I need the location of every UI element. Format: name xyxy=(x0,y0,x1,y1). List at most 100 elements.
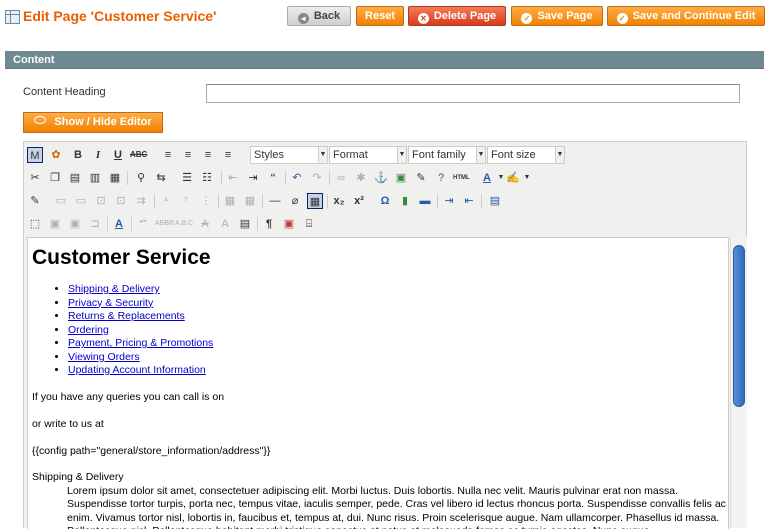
ltr-icon[interactable]: ⇥ xyxy=(441,193,457,209)
align-right-icon[interactable]: ≡ xyxy=(200,147,216,163)
media-icon[interactable]: ▮ xyxy=(397,193,413,209)
unlink-icon[interactable]: ✱ xyxy=(353,170,369,186)
style-props-icon[interactable]: A xyxy=(111,216,127,232)
remove-format-icon[interactable]: ⌀ xyxy=(287,193,303,209)
eye-icon xyxy=(34,116,47,124)
write-text: or write to us at xyxy=(32,418,104,430)
save-continue-button[interactable]: ✓ Save and Continue Edit xyxy=(607,6,765,26)
acronym-icon[interactable]: A.B.C xyxy=(175,216,193,232)
insert-col-icon[interactable]: ⋮ xyxy=(198,193,214,209)
image-icon[interactable]: ▣ xyxy=(393,170,409,186)
layer-forward-icon[interactable]: ⊡ xyxy=(93,193,109,209)
content-heading-input[interactable] xyxy=(206,84,740,103)
chevron-down-icon: ▼ xyxy=(555,147,564,163)
chevron-down-icon[interactable]: ▼ xyxy=(519,170,535,186)
attributes-icon[interactable]: ▤ xyxy=(237,216,253,232)
special-char-icon[interactable]: Ω xyxy=(377,193,393,209)
link-payment-pricing[interactable]: Payment, Pricing & Promotions xyxy=(68,337,213,349)
font-size-value: Font size xyxy=(491,149,536,161)
link-icon[interactable]: ∞ xyxy=(333,170,349,186)
subscript-icon[interactable]: x₂ xyxy=(331,193,347,209)
cleanup-icon[interactable]: ✎ xyxy=(413,170,429,186)
format-select[interactable]: Format ▼ xyxy=(329,146,407,164)
strikethrough-icon[interactable]: ABC xyxy=(130,147,147,163)
content-section-header: Content xyxy=(5,51,764,69)
link-shipping-delivery[interactable]: Shipping & Delivery xyxy=(68,283,160,295)
abbr-icon[interactable]: ABBR xyxy=(155,216,174,232)
outdent-icon[interactable]: ⇤ xyxy=(225,170,241,186)
link-viewing-orders[interactable]: Viewing Orders xyxy=(68,351,140,363)
scrollbar-thumb[interactable] xyxy=(733,245,745,407)
html-source-icon[interactable]: HTML xyxy=(453,170,470,186)
absolute-icon[interactable]: ⇉ xyxy=(133,193,149,209)
insert-variable-icon[interactable]: ✿ xyxy=(48,147,64,163)
styles-select[interactable]: Styles ▼ xyxy=(250,146,328,164)
show-blocks-icon[interactable]: ¶ xyxy=(261,216,277,232)
link-updating-account[interactable]: Updating Account Information xyxy=(68,364,206,376)
rtl-icon[interactable]: ⇤ xyxy=(461,193,477,209)
move-backward-icon[interactable]: ⊐ xyxy=(87,216,103,232)
undo-icon[interactable]: ↶ xyxy=(289,170,305,186)
back-arrow-icon: ◂ xyxy=(297,13,309,24)
numbered-list-icon[interactable]: ☷ xyxy=(199,170,215,186)
align-center-icon[interactable]: ≡ xyxy=(180,147,196,163)
paste-text-icon[interactable]: ▥ xyxy=(87,170,103,186)
back-button[interactable]: ◂ Back xyxy=(287,6,351,26)
copy-icon[interactable]: ❐ xyxy=(47,170,63,186)
anchor-icon[interactable]: ⚓ xyxy=(373,170,389,186)
save-continue-check-icon: ✓ xyxy=(616,13,628,24)
blockquote-icon[interactable]: “ xyxy=(265,170,281,186)
indent-icon[interactable]: ⇥ xyxy=(245,170,261,186)
content-heading: Customer Service xyxy=(32,246,211,269)
cut-icon[interactable]: ✂ xyxy=(27,170,43,186)
page-icon xyxy=(5,10,20,24)
find-icon[interactable]: ⚲ xyxy=(133,170,149,186)
content-scrollbar[interactable] xyxy=(730,237,747,528)
redo-icon[interactable]: ↷ xyxy=(309,170,325,186)
align-left-icon[interactable]: ≡ xyxy=(160,147,176,163)
non-breaking-icon[interactable]: ▣ xyxy=(281,216,297,232)
help-icon[interactable]: ? xyxy=(433,170,449,186)
bullet-list-icon[interactable]: ☰ xyxy=(179,170,195,186)
editor-content-area[interactable]: Customer Service Shipping & Delivery Pri… xyxy=(27,237,729,529)
layer-move-icon[interactable]: ▭ xyxy=(73,193,89,209)
font-family-select[interactable]: Font family ▼ xyxy=(408,146,486,164)
paste-icon[interactable]: ▤ xyxy=(67,170,83,186)
select-all-icon[interactable]: ⬚ xyxy=(27,216,43,232)
layer-insert-icon[interactable]: ▭ xyxy=(53,193,69,209)
magento-widget-icon[interactable]: M xyxy=(27,147,43,163)
page-break-icon[interactable]: ⌸ xyxy=(301,216,317,232)
delete-page-button[interactable]: ✕ Delete Page xyxy=(408,6,506,26)
insert-date-icon[interactable]: ⁷ xyxy=(178,193,194,209)
merge-cells-icon[interactable]: ▦ xyxy=(222,193,238,209)
full-screen-icon[interactable]: ▬ xyxy=(417,193,433,209)
bold-icon[interactable]: B xyxy=(70,147,86,163)
lorem-paragraph: Lorem ipsum dolor sit amet, consectetuer… xyxy=(67,485,726,529)
toolbar-separator xyxy=(221,171,222,185)
layer-backward-icon[interactable]: ⊡ xyxy=(113,193,129,209)
paste-word-icon[interactable]: ▦ xyxy=(107,170,123,186)
italic-icon[interactable]: I xyxy=(90,147,106,163)
align-justify-icon[interactable]: ≡ xyxy=(220,147,236,163)
move-forward-icon[interactable]: ▣ xyxy=(67,216,83,232)
font-size-select[interactable]: Font size ▼ xyxy=(487,146,565,164)
split-cells-icon[interactable]: ▦ xyxy=(242,193,258,209)
show-hide-editor-button[interactable]: Show / Hide Editor xyxy=(23,112,163,133)
insert-layer-icon[interactable]: ▣ xyxy=(47,216,63,232)
delete-text-icon[interactable]: A xyxy=(197,216,213,232)
insert-text-icon[interactable]: A xyxy=(217,216,233,232)
superscript-icon[interactable]: x² xyxy=(351,193,367,209)
horizontal-rule-icon[interactable]: — xyxy=(267,193,283,209)
reset-button[interactable]: Reset xyxy=(356,6,404,26)
underline-icon[interactable]: U xyxy=(110,147,126,163)
link-returns-replacements[interactable]: Returns & Replacements xyxy=(68,310,185,322)
replace-icon[interactable]: ⇆ xyxy=(153,170,169,186)
link-privacy-security[interactable]: Privacy & Security xyxy=(68,297,153,309)
visual-aid-icon[interactable]: ▦ xyxy=(307,193,323,209)
template-icon[interactable]: ▤ xyxy=(487,193,503,209)
cite-icon[interactable]: ❝❞ xyxy=(135,216,151,232)
link-ordering[interactable]: Ordering xyxy=(68,324,109,336)
insert-time-icon[interactable]: ⁴ xyxy=(158,193,174,209)
save-page-button[interactable]: ✓ Save Page xyxy=(511,6,603,26)
edit-css-icon[interactable]: ✎ xyxy=(27,193,43,209)
